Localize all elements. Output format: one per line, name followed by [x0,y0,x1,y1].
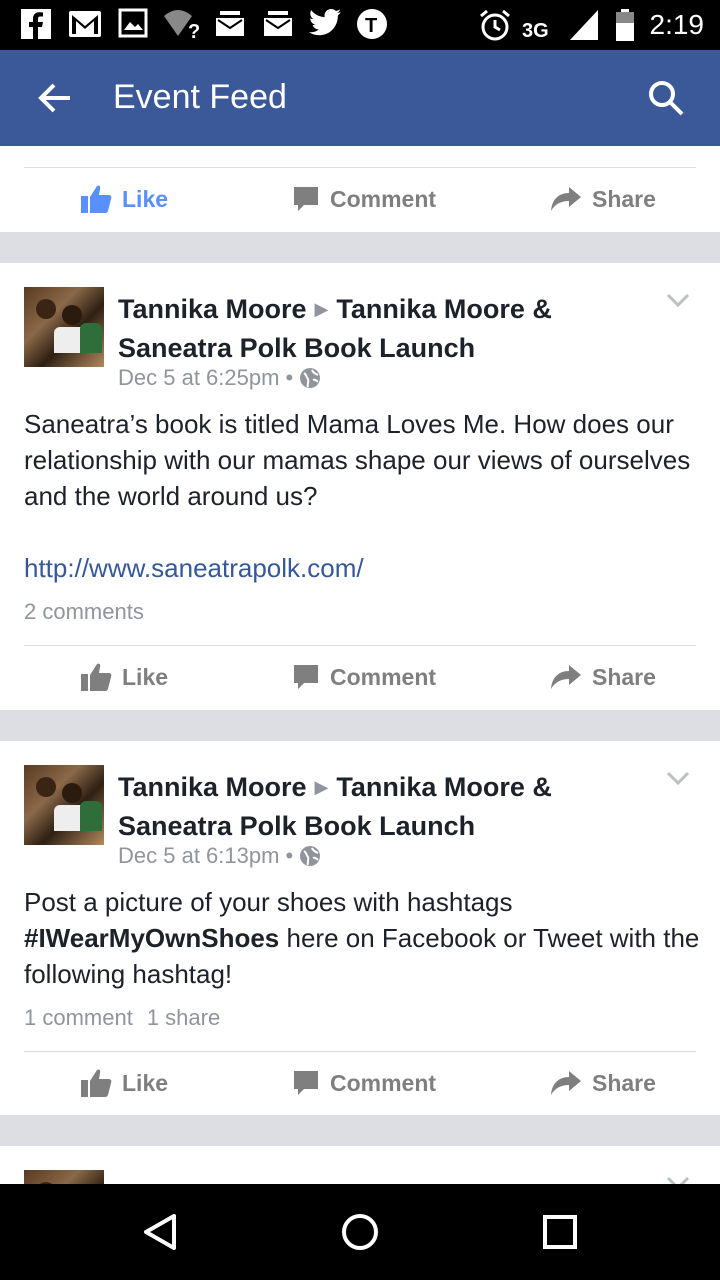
share-label: Share [592,663,656,690]
share-arrow-icon [551,665,581,689]
post-actions: Like Comment Share [24,1051,696,1113]
event-feed[interactable]: Like Comment Share Tannika Moore ▶ Tannika… [0,146,720,1184]
comment-count[interactable]: 2 comments [24,599,144,624]
post-text-before: Post a picture of your shoes with hashta… [24,887,513,917]
comment-label: Comment [330,185,437,212]
wifi-unknown-icon: ? [164,10,200,40]
comment-icon [294,665,318,689]
post-text: Post a picture of your shoes with hashta… [24,884,700,992]
like-label: Like [122,185,169,212]
post-timestamp[interactable]: Dec 5 at 6:25pm [118,365,279,391]
post-timestamp[interactable]: Dec 5 at 6:13pm [118,843,279,869]
post-actions: Like Comment Share [24,645,696,707]
avatar[interactable] [24,1170,104,1184]
globe-icon [300,368,321,388]
like-label: Like [122,1069,169,1096]
post-card: Tannika Moore ▶ Tannika Moore & Saneatra P… [0,741,720,1115]
comment-icon [294,187,318,211]
svg-text:?: ? [188,21,200,40]
arrow-left-icon[interactable] [36,80,72,116]
like-button[interactable]: Like [80,168,168,230]
gmail-icon [69,11,101,37]
share-button[interactable]: Share [550,168,656,230]
recents-square-icon[interactable] [542,1212,578,1252]
comment-label: Comment [330,1069,437,1096]
like-label: Like [122,663,169,690]
share-arrow-icon [551,1071,581,1095]
network-type: 3G [522,20,549,42]
comment-icon [294,1071,318,1095]
post-link[interactable]: http://www.saneatrapolk.com/ [24,553,364,584]
comment-count[interactable]: 1 comment [24,1005,133,1030]
facebook-icon [21,9,51,40]
share-label: Share [592,1069,656,1096]
thumbs-up-icon [81,663,112,691]
search-icon[interactable] [648,80,684,116]
tumblr-icon: T [357,9,387,39]
comment-label: Comment [330,663,437,690]
post-header: Tannika Moore ▶ Tannika Moore & Saneatra P… [118,291,638,366]
post-actions: Like Comment Share [24,167,696,229]
share-button[interactable]: Share [550,646,656,708]
battery-icon [616,9,634,41]
comment-button[interactable]: Comment [292,168,436,230]
triangle-right-icon: ▶ [314,777,329,797]
author-name[interactable]: Tannika Moore [118,772,307,802]
clock: 2:19 [649,9,705,40]
gallery-icon [118,8,148,38]
triangle-right-icon: ▶ [314,299,329,319]
page-title: Event Feed [113,78,287,116]
back-triangle-icon[interactable] [140,1212,180,1252]
hashtag-link[interactable]: #IWearMyOwnShoes [24,923,279,953]
status-bar: ? T 3G 2:19 [0,0,720,50]
mail-icon [216,11,244,36]
share-count[interactable]: 1 share [147,1005,220,1030]
avatar[interactable] [24,287,104,367]
svg-text:T: T [365,15,377,37]
mail-icon [264,11,292,36]
system-nav-bar [0,1184,720,1280]
share-button[interactable]: Share [550,1052,656,1114]
chevron-down-icon[interactable] [666,771,690,787]
avatar[interactable] [24,765,104,845]
chevron-down-icon[interactable] [666,293,690,309]
like-button[interactable]: Like [80,646,168,708]
post-card [0,1146,720,1184]
post-meta: Dec 5 at 6:25pm • [118,365,321,391]
post-counts[interactable]: 2 comments [24,599,144,625]
author-name[interactable]: Tannika Moore [118,294,307,324]
thumbs-up-icon [81,185,112,213]
like-button[interactable]: Like [80,1052,168,1114]
globe-icon [300,846,321,866]
thumbs-up-icon [81,1069,112,1097]
share-label: Share [592,185,656,212]
post-card: Tannika Moore ▶ Tannika Moore & Saneatra P… [0,263,720,710]
post-counts[interactable]: 1 comment 1 share [24,1005,220,1031]
app-bar: Event Feed [0,50,720,146]
comment-button[interactable]: Comment [292,646,436,708]
comment-button[interactable]: Comment [292,1052,436,1114]
post-card: Like Comment Share [0,146,720,232]
chevron-down-icon[interactable] [666,1176,690,1184]
post-text: Saneatra’s book is titled Mama Loves Me.… [24,409,691,511]
post-meta: Dec 5 at 6:13pm • [118,843,321,869]
home-circle-icon[interactable] [340,1212,380,1252]
share-arrow-icon [551,187,581,211]
signal-icon [570,10,598,40]
post-header: Tannika Moore ▶ Tannika Moore & Saneatra P… [118,769,638,844]
twitter-icon [309,9,341,36]
alarm-icon [480,9,510,41]
